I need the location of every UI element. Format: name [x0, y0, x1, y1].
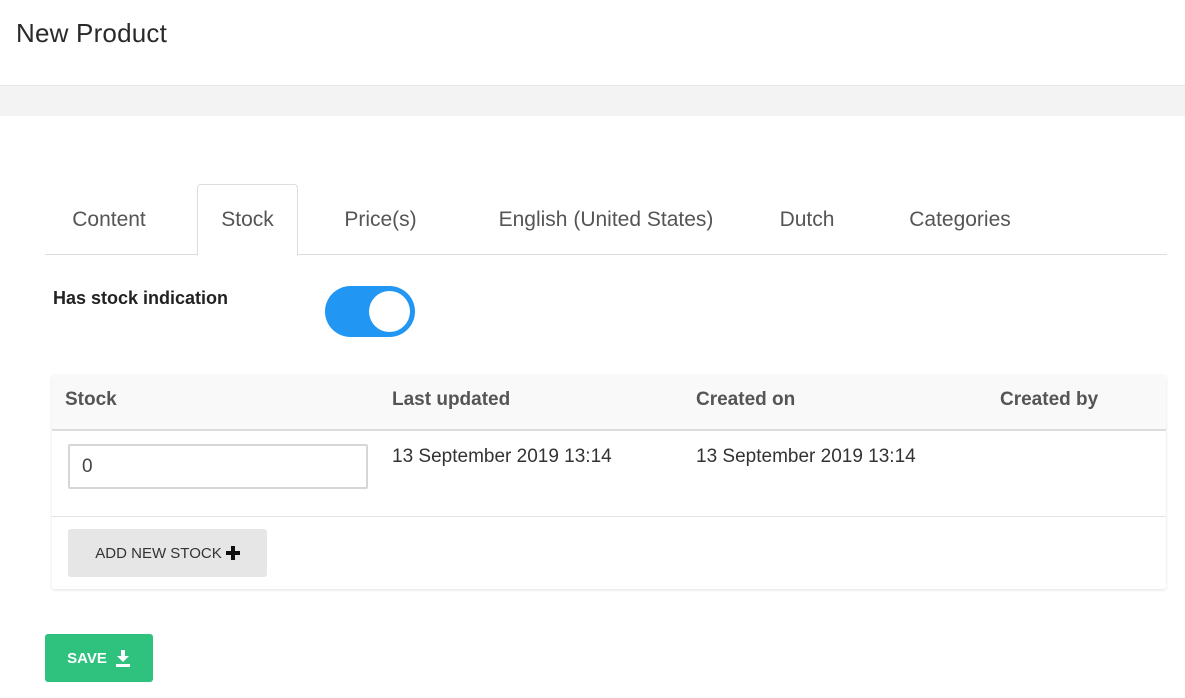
stock-indication-label: Has stock indication — [53, 288, 229, 308]
table-header: Stock Last updated Created on Created by — [52, 375, 1166, 431]
page-title: New Product — [16, 18, 168, 48]
last-updated-cell: 13 September 2019 13:14 — [392, 446, 612, 467]
page: New Product Content Stock Price(s) Engli… — [0, 0, 1185, 698]
add-new-stock-button[interactable]: ADD NEW STOCK — [68, 529, 267, 577]
stock-indication-toggle[interactable] — [325, 286, 415, 337]
stock-table: Stock Last updated Created on Created by… — [52, 375, 1166, 589]
tab-bar: Content Stock Price(s) English (United S… — [45, 184, 1167, 256]
column-header-created-on: Created on — [696, 389, 796, 410]
add-new-stock-label: ADD NEW STOCK — [95, 544, 222, 562]
created-on-cell: 13 September 2019 13:14 — [696, 446, 916, 467]
plus-icon — [225, 546, 240, 560]
tab-stock[interactable]: Stock — [197, 184, 298, 256]
tab-english-united-states[interactable]: English (United States) — [463, 184, 749, 255]
column-header-created-by: Created by — [1000, 389, 1099, 410]
tab-categories[interactable]: Categories — [885, 184, 1035, 255]
column-header-last-updated: Last updated — [392, 389, 511, 410]
column-header-stock: Stock — [65, 389, 117, 410]
download-icon — [115, 649, 130, 667]
tab-prices[interactable]: Price(s) — [322, 184, 439, 255]
tab-dutch[interactable]: Dutch — [752, 184, 862, 255]
stock-quantity-input[interactable] — [68, 444, 368, 489]
tab-content[interactable]: Content — [45, 184, 173, 255]
header-band — [0, 86, 1185, 116]
toggle-knob — [369, 291, 410, 332]
save-button[interactable]: SAVE — [45, 634, 153, 682]
page-header: New Product — [0, 0, 1185, 86]
table-row: 13 September 2019 13:14 13 September 201… — [52, 431, 1166, 517]
save-button-label: SAVE — [67, 649, 107, 667]
